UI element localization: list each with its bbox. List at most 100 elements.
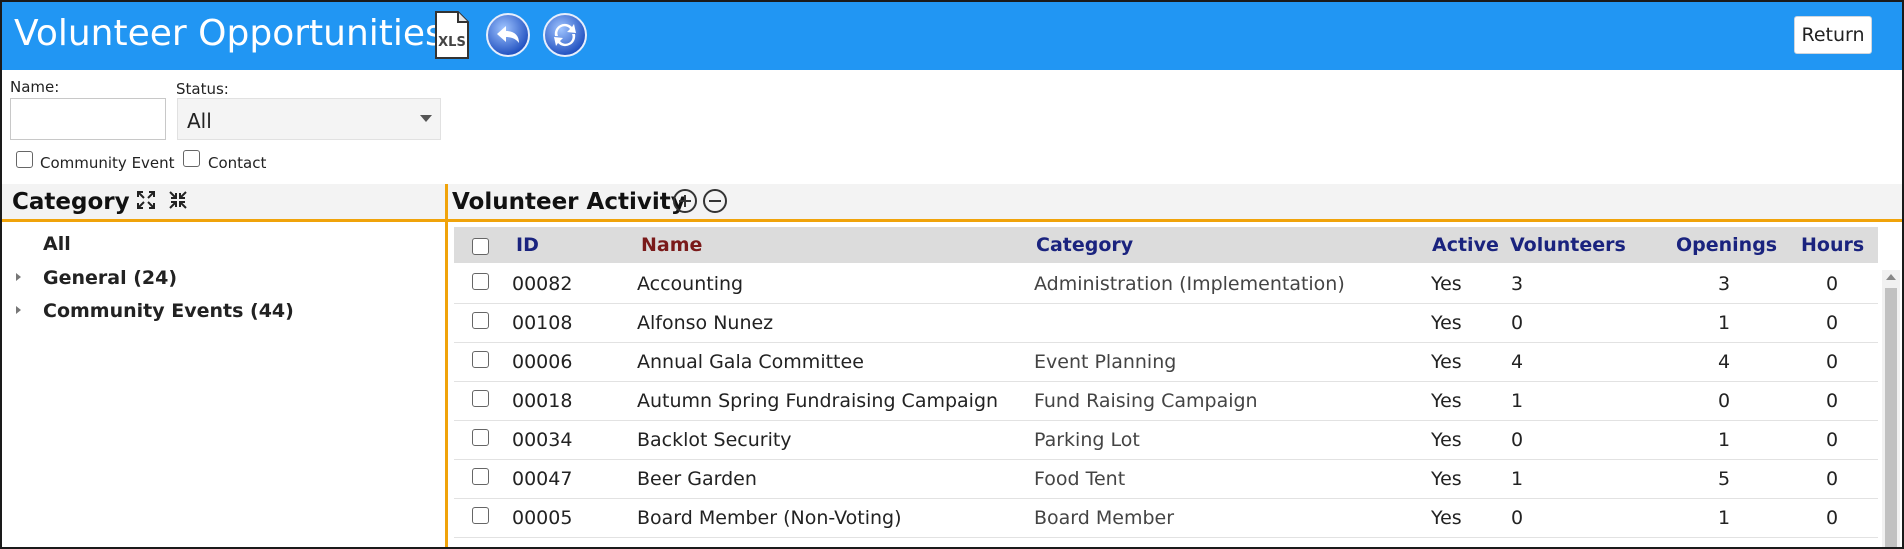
cell-volunteers: 0 [1511, 429, 1524, 451]
status-value: All [187, 109, 212, 133]
cell-active: Yes [1431, 429, 1462, 451]
table-scrollbar[interactable] [1882, 270, 1900, 547]
cell-id: 00005 [512, 507, 573, 529]
cell-volunteers: 0 [1511, 507, 1524, 529]
name-input[interactable] [10, 98, 166, 140]
cell-volunteers: 0 [1511, 312, 1524, 334]
cell-name: Backlot Security [637, 429, 792, 451]
cell-openings: 3 [1718, 273, 1731, 295]
column-header-active[interactable]: Active [1432, 234, 1499, 256]
tree-item-general[interactable]: General (24) [43, 267, 177, 289]
expand-arrow-icon[interactable] [16, 306, 21, 314]
column-header-name[interactable]: Name [641, 234, 702, 256]
cell-name: Alfonso Nunez [637, 312, 774, 334]
row-checkbox[interactable] [472, 390, 489, 407]
cell-active: Yes [1431, 468, 1462, 490]
row-checkbox[interactable] [472, 507, 489, 524]
cell-name: Board Member (Non-Voting) [637, 507, 902, 529]
add-circle-icon[interactable] [672, 188, 698, 218]
row-checkbox[interactable] [472, 468, 489, 485]
table-row[interactable]: 00006 Annual Gala Committee Event Planni… [454, 343, 1878, 382]
cell-openings: 5 [1718, 468, 1731, 490]
table-row[interactable]: 00047 Beer Garden Food Tent Yes 1 5 0 [454, 460, 1878, 499]
cell-hours: 0 [1826, 429, 1839, 451]
xls-export-icon[interactable]: XLS [434, 10, 470, 64]
cell-openings: 1 [1718, 507, 1731, 529]
cell-openings: 1 [1718, 429, 1731, 451]
expand-arrow-icon[interactable] [16, 273, 21, 281]
category-panel-header: Category [2, 184, 445, 222]
column-header-category[interactable]: Category [1036, 234, 1133, 256]
tree-item-community-events[interactable]: Community Events (44) [43, 300, 294, 322]
cell-active: Yes [1431, 351, 1462, 373]
cell-active: Yes [1431, 273, 1462, 295]
cell-id: 00108 [512, 312, 573, 334]
cell-hours: 0 [1826, 273, 1839, 295]
cell-openings: 1 [1718, 312, 1731, 334]
select-all-checkbox[interactable] [472, 238, 489, 255]
cell-active: Yes [1431, 312, 1462, 334]
contact-label: Contact [208, 154, 267, 172]
cell-category: Fund Raising Campaign [1034, 390, 1258, 412]
expand-all-icon[interactable] [136, 190, 156, 214]
column-header-openings[interactable]: Openings [1676, 234, 1777, 256]
cell-hours: 0 [1826, 351, 1839, 373]
panel-splitter[interactable] [445, 184, 448, 547]
chevron-down-icon [420, 115, 432, 122]
table-row[interactable]: 00108 Alfonso Nunez Yes 0 1 0 [454, 304, 1878, 343]
cell-category: Event Planning [1034, 351, 1177, 373]
refresh-icon[interactable] [542, 12, 588, 62]
header-bar: Volunteer Opportunities XLS Return [2, 2, 1902, 70]
collapse-all-icon[interactable] [168, 190, 188, 214]
row-checkbox[interactable] [472, 312, 489, 329]
scrollbar-thumb[interactable] [1885, 288, 1897, 547]
cell-category: Parking Lot [1034, 429, 1140, 451]
cell-openings: 0 [1718, 390, 1731, 412]
cell-id: 00047 [512, 468, 573, 490]
cell-id: 00006 [512, 351, 573, 373]
cell-category: Food Tent [1034, 468, 1126, 490]
status-select[interactable]: All [177, 98, 441, 140]
undo-icon[interactable] [485, 12, 531, 62]
remove-circle-icon[interactable] [702, 188, 728, 218]
cell-category: Board Member [1034, 507, 1175, 529]
cell-hours: 0 [1826, 507, 1839, 529]
cell-hours: 0 [1826, 312, 1839, 334]
table-row[interactable]: 00082 Accounting Administration (Impleme… [454, 265, 1878, 304]
cell-name: Beer Garden [637, 468, 757, 490]
community-event-checkbox[interactable] [16, 151, 33, 168]
cell-volunteers: 1 [1511, 390, 1524, 412]
activity-panel-header: Volunteer Activity [448, 184, 1902, 222]
table-row[interactable]: 00005 Board Member (Non-Voting) Board Me… [454, 499, 1878, 538]
tree-item-all[interactable]: All [43, 233, 71, 255]
cell-id: 00018 [512, 390, 573, 412]
cell-active: Yes [1431, 507, 1462, 529]
category-panel-title: Category [12, 189, 130, 215]
row-checkbox[interactable] [472, 351, 489, 368]
table-row[interactable]: 00018 Autumn Spring Fundraising Campaign… [454, 382, 1878, 421]
cell-volunteers: 3 [1511, 273, 1524, 295]
cell-volunteers: 1 [1511, 468, 1524, 490]
return-button[interactable]: Return [1794, 16, 1872, 54]
row-checkbox[interactable] [472, 273, 489, 290]
column-header-volunteers[interactable]: Volunteers [1510, 234, 1626, 256]
contact-checkbox[interactable] [183, 150, 200, 167]
cell-hours: 0 [1826, 390, 1839, 412]
cell-name: Accounting [637, 273, 744, 295]
column-header-hours[interactable]: Hours [1801, 234, 1864, 256]
status-label: Status: [176, 80, 229, 98]
table-row[interactable]: 00034 Backlot Security Parking Lot Yes 0… [454, 421, 1878, 460]
community-event-label: Community Event [40, 154, 175, 172]
cell-id: 00034 [512, 429, 573, 451]
page-title: Volunteer Opportunities [14, 13, 444, 54]
column-header-id[interactable]: ID [516, 234, 539, 256]
cell-category: Administration (Implementation) [1034, 273, 1345, 295]
row-checkbox[interactable] [472, 429, 489, 446]
xls-label: XLS [438, 35, 466, 50]
activity-panel-title: Volunteer Activity [452, 189, 686, 215]
scroll-up-arrow-icon[interactable] [1886, 274, 1896, 280]
name-label: Name: [10, 78, 60, 96]
cell-id: 00082 [512, 273, 573, 295]
cell-name: Autumn Spring Fundraising Campaign [637, 390, 999, 412]
table-header: ID Name Category Active Volunteers Openi… [454, 227, 1878, 263]
